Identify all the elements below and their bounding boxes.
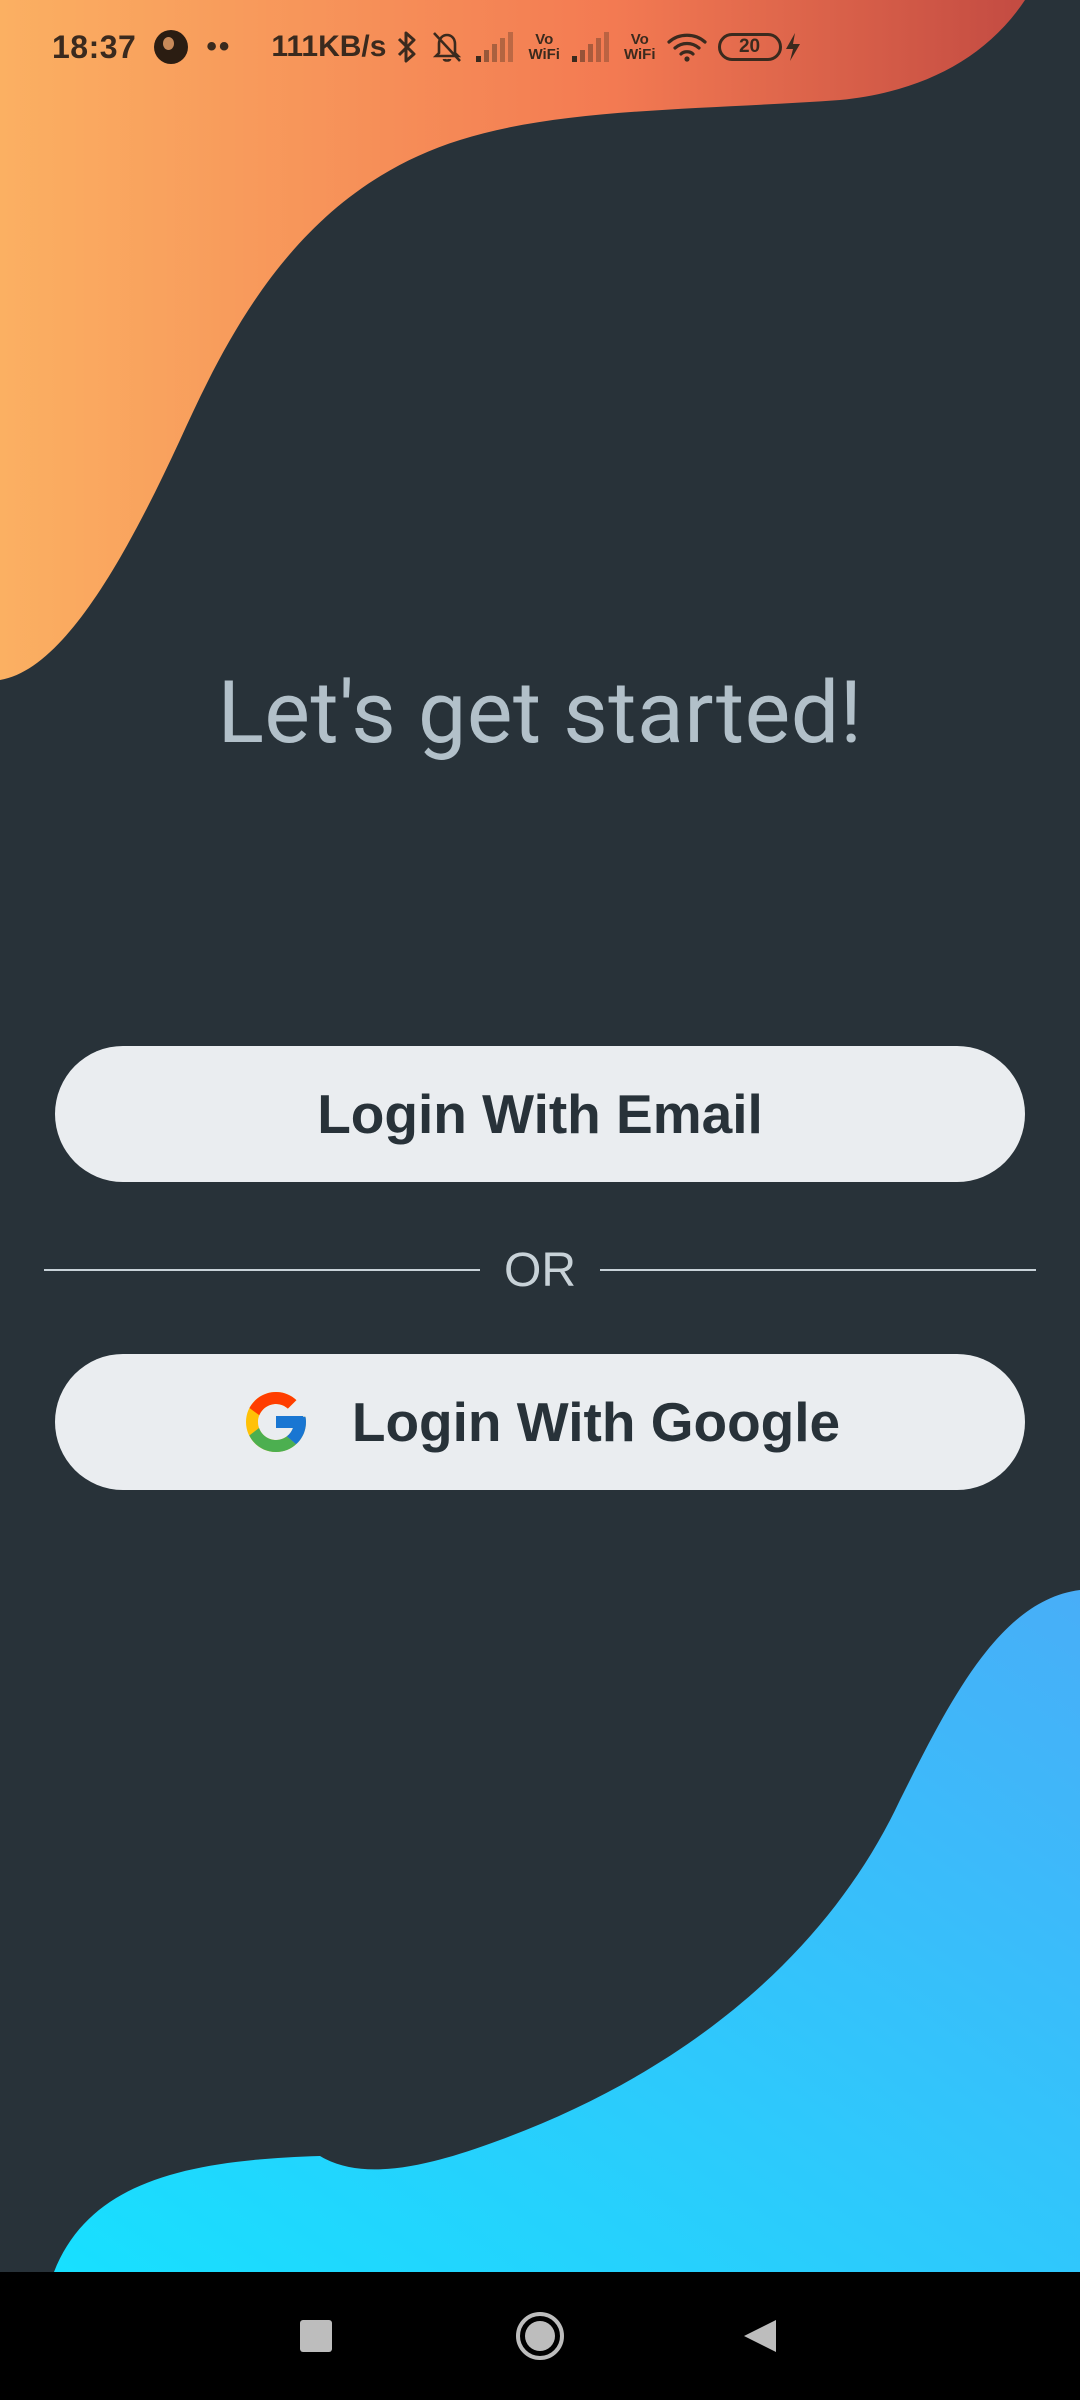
login-with-google-button[interactable]: Login With Google	[55, 1354, 1025, 1490]
login-with-email-button[interactable]: Login With Email	[55, 1046, 1025, 1182]
divider-label: OR	[504, 1243, 576, 1297]
bluetooth-icon	[398, 31, 416, 63]
top-decorative-blob	[0, 0, 1025, 680]
more-notifications-indicator: ••	[206, 30, 232, 63]
divider-line-left	[44, 1269, 480, 1271]
battery-icon: 20	[717, 33, 782, 61]
login-screen: 18:37 •• 111KB/s Vo WiFi Vo WiFi 20 Let'…	[0, 0, 1080, 2400]
back-triangle-icon	[744, 2320, 776, 2352]
back-button[interactable]	[700, 2272, 820, 2400]
status-icons: Vo WiFi Vo WiFi 20	[394, 29, 803, 65]
google-logo-icon	[245, 1392, 306, 1452]
silent-bell-icon	[433, 32, 462, 62]
status-bar: 18:37 •• 111KB/s Vo WiFi Vo WiFi 20	[0, 0, 1080, 94]
system-navigation-bar	[0, 2272, 1080, 2400]
page-title: Let's get started!	[217, 662, 863, 763]
recents-button[interactable]	[256, 2272, 376, 2400]
vowifi-indicator: Vo WiFi	[528, 31, 560, 63]
login-with-google-label: Login With Google	[351, 1391, 841, 1453]
home-circle-icon	[516, 2312, 564, 2360]
signal-icon-2	[571, 32, 609, 62]
divider-line-right	[600, 1269, 1036, 1271]
vowifi-indicator-2: Vo WiFi	[623, 31, 656, 63]
network-speed: 111KB/s	[271, 30, 387, 63]
or-divider: OR	[44, 1240, 1036, 1300]
recents-square-icon	[300, 2320, 332, 2352]
login-with-email-label: Login With Email	[317, 1083, 763, 1145]
app-notification-icon	[154, 30, 189, 64]
wifi-icon	[666, 33, 707, 62]
signal-icon	[476, 32, 514, 62]
status-time: 18:37	[52, 28, 137, 65]
bottom-decorative-blob	[54, 1590, 1080, 2272]
charging-icon	[785, 33, 800, 61]
home-button[interactable]	[480, 2272, 600, 2400]
